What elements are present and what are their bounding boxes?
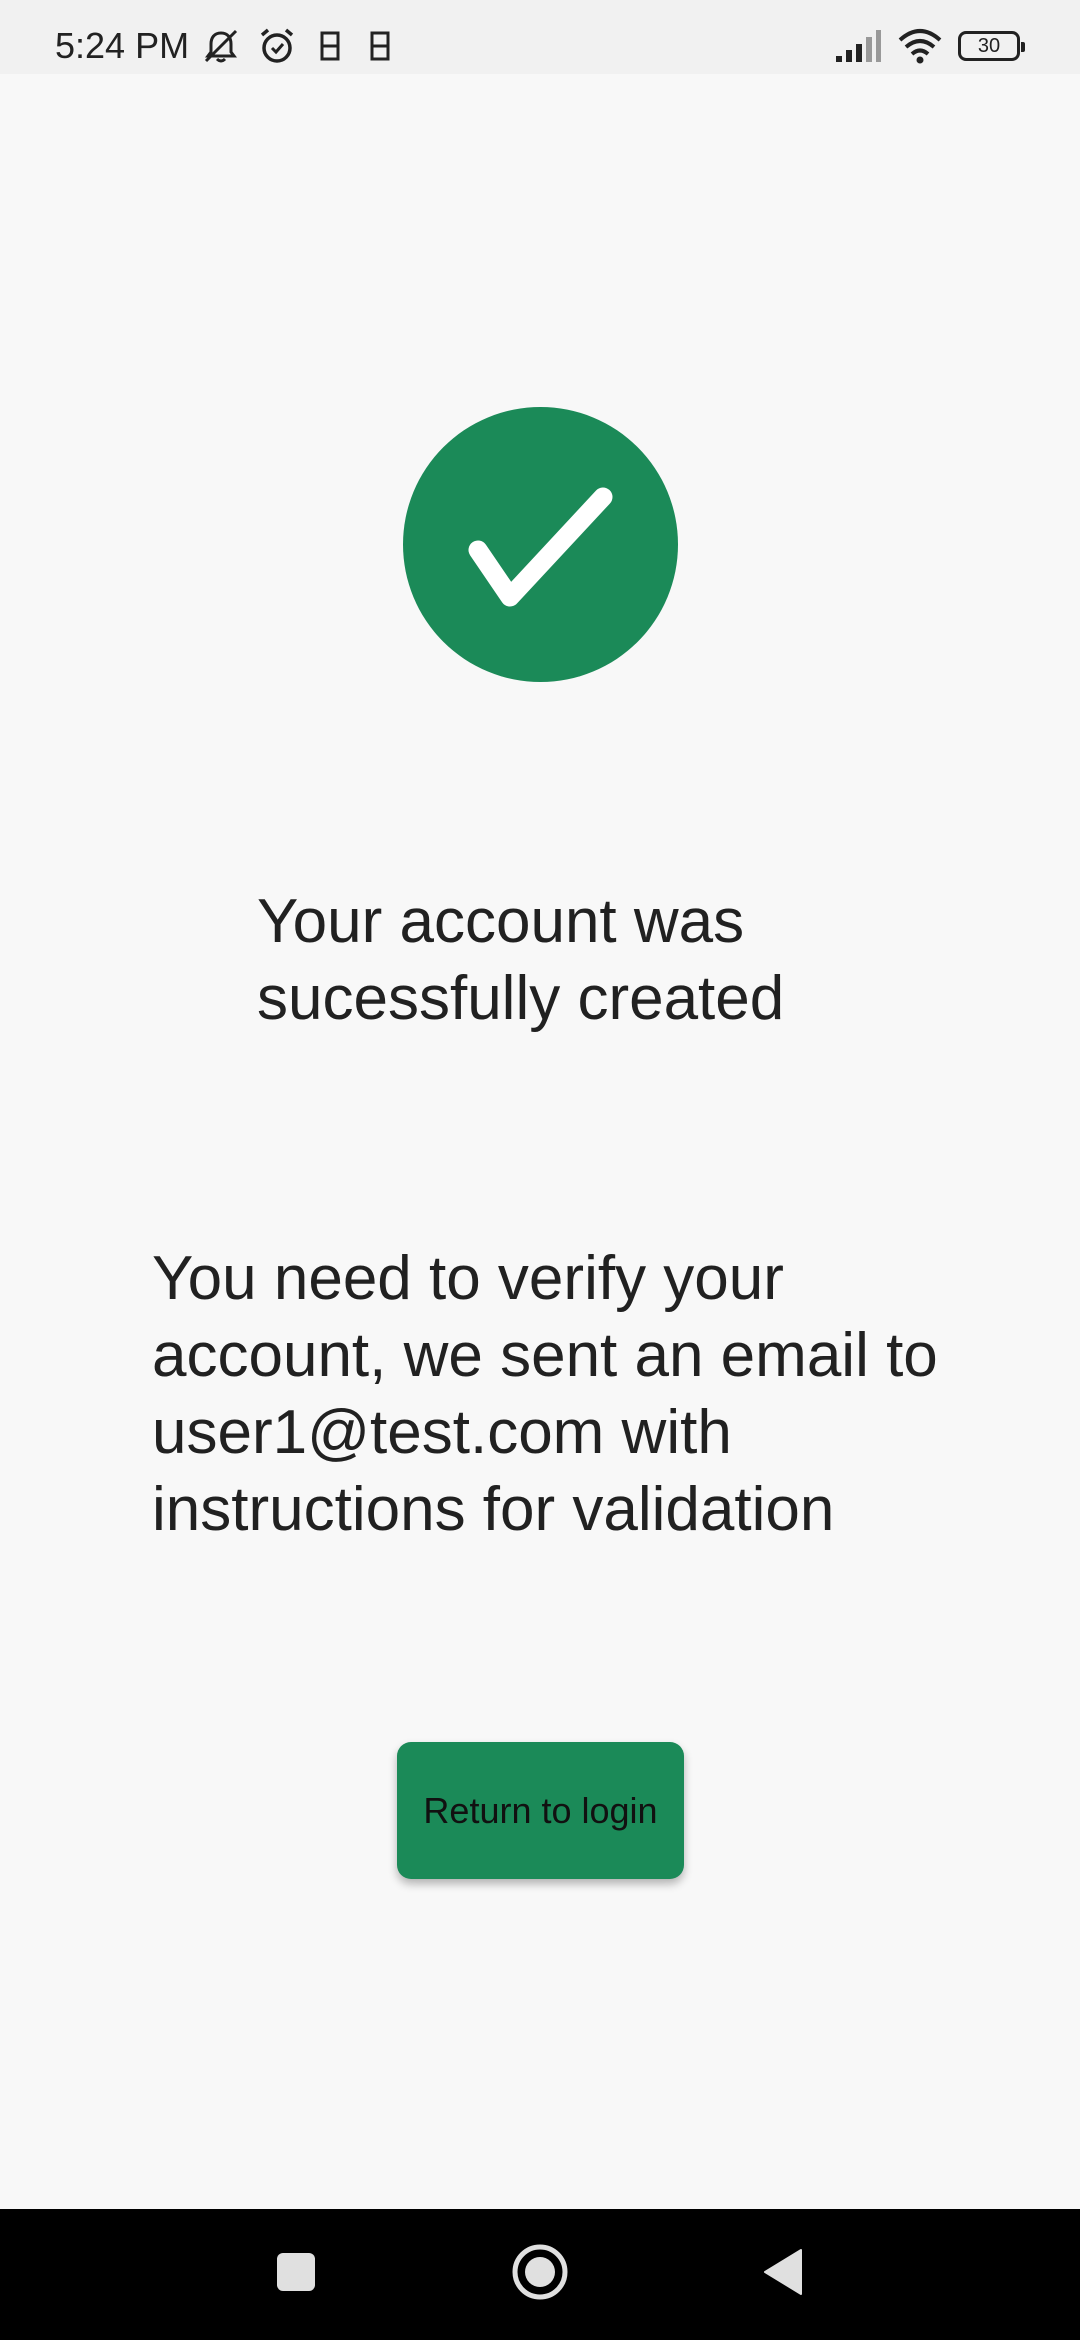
recents-square-icon — [275, 2251, 317, 2298]
navigation-bar — [0, 2209, 1080, 2340]
bell-off-icon — [200, 25, 242, 67]
home-button[interactable] — [480, 2209, 600, 2340]
battery-icon: 30 — [958, 31, 1025, 61]
return-to-login-button[interactable]: Return to login — [397, 1742, 684, 1879]
status-bar: 5:24 PM 30 — [0, 0, 1080, 74]
signal-icon — [834, 28, 882, 64]
sim-icon — [312, 25, 348, 67]
home-circle-icon — [510, 2242, 570, 2307]
recents-button[interactable] — [236, 2209, 356, 2340]
alarm-icon — [256, 25, 298, 67]
back-triangle-icon — [761, 2247, 805, 2302]
back-button[interactable] — [723, 2209, 843, 2340]
battery-level: 30 — [977, 35, 1001, 57]
status-time: 5:24 PM — [55, 25, 190, 66]
status-left-icons — [200, 22, 412, 70]
success-title: Your account was sucessfully created — [257, 887, 785, 1033]
status-right-icons: 30 — [820, 22, 1025, 70]
wifi-icon — [896, 28, 944, 64]
sim-icon — [362, 25, 398, 67]
check-circle-icon — [403, 407, 678, 682]
verification-message: You need to verify your account, we sent… — [152, 1244, 938, 1544]
